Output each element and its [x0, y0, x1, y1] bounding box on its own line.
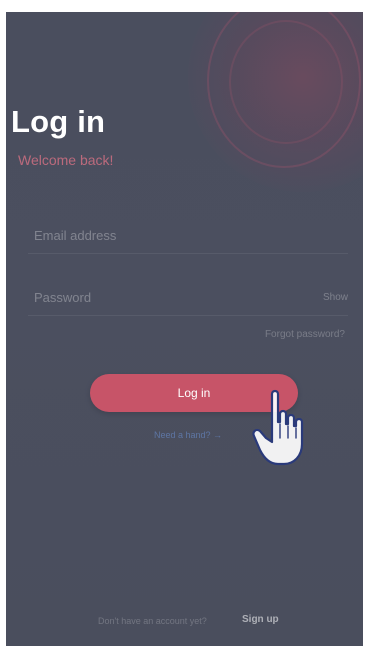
email-field[interactable]: Email address: [28, 218, 348, 254]
login-screen: Log in Welcome back! Email address Passw…: [6, 12, 363, 646]
hand-pointer-icon: [252, 389, 304, 466]
background-ring: [229, 20, 343, 144]
signup-link[interactable]: Sign up: [242, 614, 279, 625]
forgot-password-link[interactable]: Forgot password?: [265, 329, 345, 340]
password-placeholder: Password: [34, 290, 92, 305]
password-field[interactable]: Password Show: [28, 280, 348, 316]
page-title: Log in: [11, 104, 106, 139]
alt-login-link[interactable]: Need a hand? →: [154, 430, 222, 440]
show-password-toggle[interactable]: Show: [323, 280, 348, 316]
email-placeholder: Email address: [34, 228, 117, 243]
signup-prompt: Don't have an account yet?: [98, 616, 207, 626]
page-subtitle: Welcome back!: [18, 152, 114, 168]
